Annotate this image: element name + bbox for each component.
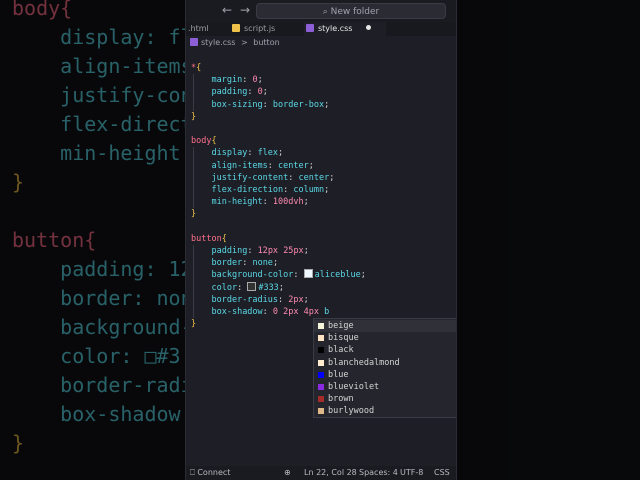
- code-line[interactable]: box-shadow: 0 2px 4px b: [191, 306, 329, 318]
- language-mode[interactable]: CSS: [434, 466, 450, 480]
- code-line[interactable]: color: #333;: [191, 281, 284, 294]
- breadcrumb-separator: >: [241, 38, 248, 47]
- autocomplete-item[interactable]: bisque: [314, 332, 456, 344]
- indent-guide: [193, 147, 194, 209]
- autocomplete-item[interactable]: beige: [314, 320, 456, 332]
- js-file-icon: [232, 24, 240, 32]
- code-line[interactable]: border: none;: [191, 257, 278, 269]
- code-line[interactable]: border-radius: 2px;: [191, 294, 308, 306]
- tab-label: script.js: [244, 24, 276, 33]
- autocomplete-label: bisque: [328, 333, 359, 344]
- color-swatch-icon: [318, 371, 324, 378]
- autocomplete-label: blue: [328, 369, 349, 380]
- color-swatch-icon[interactable]: [247, 281, 257, 291]
- autocomplete-label: black: [328, 345, 354, 356]
- code-line[interactable]: flex-direction: column;: [191, 184, 329, 196]
- autocomplete-label: blanchedalmond: [328, 357, 400, 368]
- code-line[interactable]: }: [191, 208, 196, 220]
- code-line[interactable]: button{: [191, 233, 227, 245]
- tab-label: .html: [188, 24, 209, 33]
- breadcrumb: style.css > button: [186, 36, 456, 50]
- arrow-left-icon[interactable]: ←: [222, 3, 232, 17]
- background-dim-left: [0, 0, 185, 480]
- autocomplete-item[interactable]: blue: [314, 369, 456, 381]
- autocomplete-item[interactable]: blueviolet: [314, 381, 456, 393]
- search-icon: ⌕: [322, 7, 328, 17]
- code-line[interactable]: }: [191, 111, 196, 123]
- autocomplete-item[interactable]: blanchedalmond: [314, 357, 456, 369]
- indentation[interactable]: Spaces: 4: [359, 466, 398, 480]
- autocomplete-label: beige: [328, 321, 354, 331]
- tab-label: style.css: [318, 24, 353, 33]
- tab-html[interactable]: .html: [186, 22, 230, 36]
- autocomplete-item[interactable]: burlywood: [314, 405, 456, 417]
- autocomplete-suggestions: beige bisque black blanchedalmond blue bluevi…: [313, 318, 456, 418]
- code-line[interactable]: display: flex;: [191, 147, 283, 159]
- color-swatch-icon: [318, 408, 324, 415]
- code-line[interactable]: align-items: center;: [191, 160, 313, 172]
- indent-guide: [193, 245, 194, 319]
- code-line[interactable]: padding: 0;: [191, 86, 267, 98]
- editor-tabs: .html script.js style.css: [186, 22, 456, 36]
- color-swatch-icon: [318, 335, 324, 342]
- breadcrumb-file[interactable]: style.css: [201, 38, 235, 47]
- color-swatch-icon: [318, 384, 324, 390]
- autocomplete-label: brown: [328, 394, 354, 405]
- editor-window: ← → ⌕ New folder .html script.js style.c…: [185, 0, 457, 480]
- code-line[interactable]: padding: 12px 25px;: [191, 245, 308, 257]
- autocomplete-item[interactable]: brown: [314, 393, 456, 405]
- code-line[interactable]: background-color: aliceblue;: [191, 269, 366, 281]
- command-center-search[interactable]: ⌕ New folder: [256, 3, 446, 19]
- autocomplete-label: blueviolet: [328, 382, 380, 392]
- breadcrumb-symbol[interactable]: button: [253, 38, 279, 47]
- indent-guide: [193, 74, 194, 111]
- color-swatch-icon[interactable]: [303, 269, 313, 279]
- autocomplete-label: burlywood: [328, 406, 375, 417]
- code-line[interactable]: justify-content: center;: [191, 172, 334, 184]
- search-placeholder: New folder: [330, 7, 380, 17]
- zoom-icon[interactable]: ⊕: [284, 466, 291, 480]
- autocomplete-item[interactable]: black: [314, 344, 456, 356]
- unsaved-dot-icon[interactable]: [366, 25, 372, 30]
- cursor-position[interactable]: Ln 22, Col 28: [304, 466, 357, 480]
- tab-style-css[interactable]: style.css: [304, 22, 386, 36]
- title-bar: ← → ⌕ New folder: [186, 0, 456, 22]
- css-file-icon: [190, 38, 198, 46]
- color-swatch-icon: [318, 347, 324, 354]
- background-dim-right: [455, 0, 640, 480]
- code-line[interactable]: box-sizing: border-box;: [191, 99, 329, 111]
- code-line[interactable]: *{: [191, 62, 201, 74]
- tab-script-js[interactable]: script.js: [230, 22, 304, 36]
- code-line[interactable]: }: [191, 318, 196, 330]
- color-swatch-icon: [318, 359, 324, 366]
- color-swatch-icon: [318, 323, 324, 329]
- code-line[interactable]: margin: 0;: [191, 74, 262, 86]
- arrow-right-icon[interactable]: →: [240, 3, 250, 17]
- status-bar: ⎕ Connect ⊕ Ln 22, Col 28 Spaces: 4 UTF-…: [186, 466, 456, 480]
- connect-label: Connect: [197, 468, 231, 477]
- code-line[interactable]: body{: [191, 135, 217, 147]
- encoding[interactable]: UTF-8: [400, 466, 423, 480]
- css-file-icon: [306, 24, 314, 32]
- color-swatch-icon: [318, 396, 324, 403]
- remote-connect[interactable]: ⎕ Connect: [190, 466, 230, 480]
- code-line[interactable]: min-height: 100dvh;: [191, 196, 308, 208]
